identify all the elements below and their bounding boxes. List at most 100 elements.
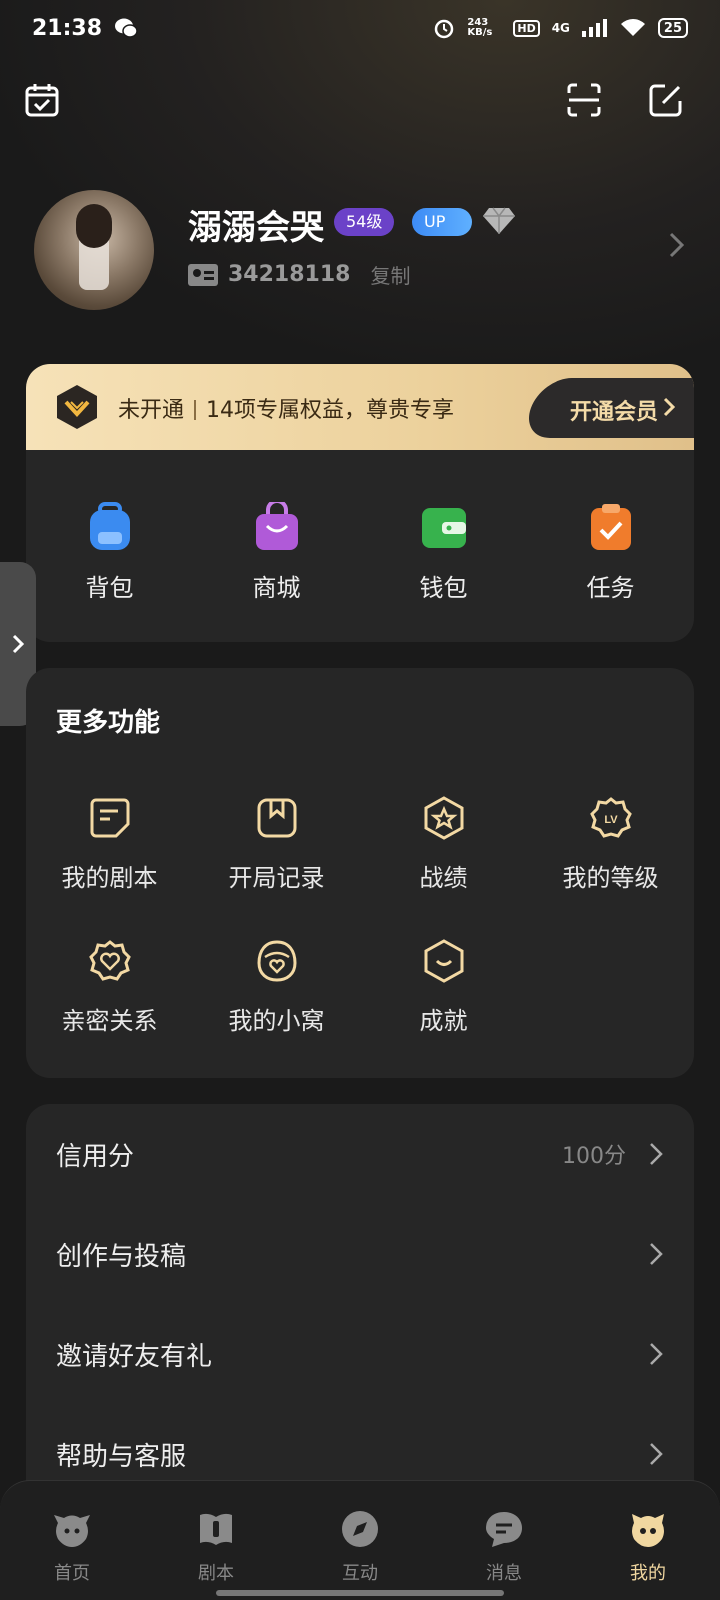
vip-benefits: 14项专属权益，尊贵专享 xyxy=(206,398,455,423)
chevron-right-icon[interactable] xyxy=(666,230,688,260)
backpack-icon xyxy=(89,502,130,550)
level-badge-text: LV xyxy=(604,814,618,826)
settings-list: 信用分 100分 创作与投稿 邀请好友有礼 帮助与客服 xyxy=(26,1104,694,1524)
chevron-right-icon xyxy=(663,397,676,417)
book-icon xyxy=(200,1513,232,1545)
level-badge: 54级 xyxy=(334,208,395,236)
avatar[interactable] xyxy=(34,190,154,310)
bottom-tab-bar: 首页 剧本 互动 消息 我的 xyxy=(0,1480,720,1600)
avatar-hair xyxy=(76,204,112,248)
up-badge: UP xyxy=(412,208,472,236)
vip-separator xyxy=(194,400,197,420)
home-indicator[interactable] xyxy=(216,1590,504,1596)
tab-scripts[interactable]: 剧本 xyxy=(161,1509,271,1600)
edit-icon[interactable] xyxy=(648,82,684,118)
smile-hexagon-icon xyxy=(424,939,463,983)
tab-label: 我的 xyxy=(630,1563,666,1584)
more-features-panel: 更多功能 我的剧本 开局记录 战绩 LV 我的等级 亲密关系 我的小窝 成就 xyxy=(26,668,694,1078)
tab-interact[interactable]: 互动 xyxy=(305,1509,415,1600)
status-right: 243 KB/s HD 4G 25 xyxy=(433,17,688,39)
diamond-icon xyxy=(483,207,515,234)
tab-label: 消息 xyxy=(486,1563,522,1584)
quick-actions: 背包 商城 钱包 任务 xyxy=(26,450,694,642)
feature-label: 成就 xyxy=(419,1007,468,1035)
hd-indicator: HD xyxy=(513,19,540,37)
vip-banner[interactable]: 未开通 14项专属权益，尊贵专享 开通会员 xyxy=(26,364,694,450)
feature-game-records[interactable]: 开局记录 xyxy=(193,796,360,893)
more-features-grid: 我的剧本 开局记录 战绩 LV 我的等级 亲密关系 我的小窝 成就 xyxy=(26,796,694,1036)
vip-emblem-icon xyxy=(57,385,97,429)
quick-label: 背包 xyxy=(85,574,134,602)
more-features-title: 更多功能 xyxy=(56,708,161,738)
quick-backpack[interactable]: 背包 xyxy=(50,502,170,642)
quick-label: 钱包 xyxy=(419,574,468,602)
feature-achievements-record[interactable]: 战绩 xyxy=(360,796,527,893)
chevron-right-icon xyxy=(650,1143,663,1165)
signal-bars-icon xyxy=(581,19,607,37)
profile-card[interactable]: 溺溺会哭 54级 UP 34218118 复制 xyxy=(34,190,694,310)
list-label: 信用分 xyxy=(56,1141,135,1172)
open-vip-button[interactable]: 开通会员 xyxy=(570,394,658,426)
vip-text: 未开通 14项专属权益，尊贵专享 xyxy=(118,392,454,424)
quick-wallet[interactable]: 钱包 xyxy=(384,502,504,642)
chevron-right-icon xyxy=(650,1243,663,1265)
id-card-icon xyxy=(188,263,218,286)
home-mascot-icon xyxy=(54,1515,90,1547)
feature-label: 亲密关系 xyxy=(61,1007,158,1035)
tab-label: 剧本 xyxy=(198,1563,234,1584)
chevron-right-icon xyxy=(650,1343,663,1365)
scan-icon[interactable] xyxy=(566,82,602,118)
calendar-check-icon[interactable] xyxy=(24,82,60,118)
level-badge-icon: LV xyxy=(589,797,632,838)
star-badge-icon xyxy=(424,796,463,840)
user-id: 34218118 xyxy=(228,262,351,287)
profile-mascot-icon xyxy=(632,1514,664,1547)
script-icon xyxy=(90,798,129,838)
list-label: 邀请好友有礼 xyxy=(56,1341,213,1372)
chevron-right-icon xyxy=(650,1443,663,1465)
compass-icon xyxy=(342,1511,378,1547)
nickname: 溺溺会哭 xyxy=(188,208,324,248)
feature-achievements[interactable]: 成就 xyxy=(360,939,527,1036)
wechat-icon xyxy=(115,18,138,38)
feature-intimacy[interactable]: 亲密关系 xyxy=(26,939,193,1036)
copy-id-button[interactable]: 复制 xyxy=(370,260,410,289)
signal-indicator: 4G xyxy=(551,21,570,35)
feature-label: 战绩 xyxy=(419,864,468,892)
list-label: 帮助与客服 xyxy=(56,1441,187,1472)
alarm-icon xyxy=(435,19,454,39)
chevron-right-icon xyxy=(12,634,25,654)
credit-score-value: 100分 xyxy=(562,1144,626,1169)
feature-label: 我的等级 xyxy=(562,864,659,892)
feature-my-nest[interactable]: 我的小窝 xyxy=(193,939,360,1036)
feature-label: 开局记录 xyxy=(228,864,325,892)
credit-score-row[interactable]: 信用分 100分 xyxy=(26,1104,694,1204)
tab-label: 首页 xyxy=(54,1563,90,1584)
feature-label: 我的小窝 xyxy=(228,1007,325,1035)
battery-indicator: 25 xyxy=(657,18,688,38)
status-time: 21:38 xyxy=(32,15,103,41)
list-label: 创作与投稿 xyxy=(56,1241,187,1272)
quick-task[interactable]: 任务 xyxy=(551,502,671,642)
feature-my-scripts[interactable]: 我的剧本 xyxy=(26,796,193,893)
tab-messages[interactable]: 消息 xyxy=(449,1509,559,1600)
tab-me[interactable]: 我的 xyxy=(593,1509,703,1600)
heart-home-icon xyxy=(256,940,297,982)
tab-label: 互动 xyxy=(342,1563,378,1584)
feature-label: 我的剧本 xyxy=(61,864,158,892)
invite-friends-row[interactable]: 邀请好友有礼 xyxy=(26,1304,694,1404)
creation-submission-row[interactable]: 创作与投稿 xyxy=(26,1204,694,1304)
vip-status: 未开通 xyxy=(118,398,185,423)
bookmark-record-icon xyxy=(257,798,296,838)
net-speed: 243 KB/s xyxy=(467,17,493,38)
heart-flower-icon xyxy=(88,940,131,981)
wifi-icon xyxy=(620,19,645,36)
id-row: 34218118 复制 xyxy=(188,260,410,289)
quick-shop[interactable]: 商城 xyxy=(217,502,337,642)
task-clipboard-icon xyxy=(590,504,631,550)
status-bar: 21:38 243 KB/s HD 4G 25 xyxy=(0,0,720,56)
message-icon xyxy=(486,1512,522,1547)
feature-my-level[interactable]: LV 我的等级 xyxy=(527,796,694,893)
quick-label: 任务 xyxy=(586,574,635,602)
tab-home[interactable]: 首页 xyxy=(17,1509,127,1600)
